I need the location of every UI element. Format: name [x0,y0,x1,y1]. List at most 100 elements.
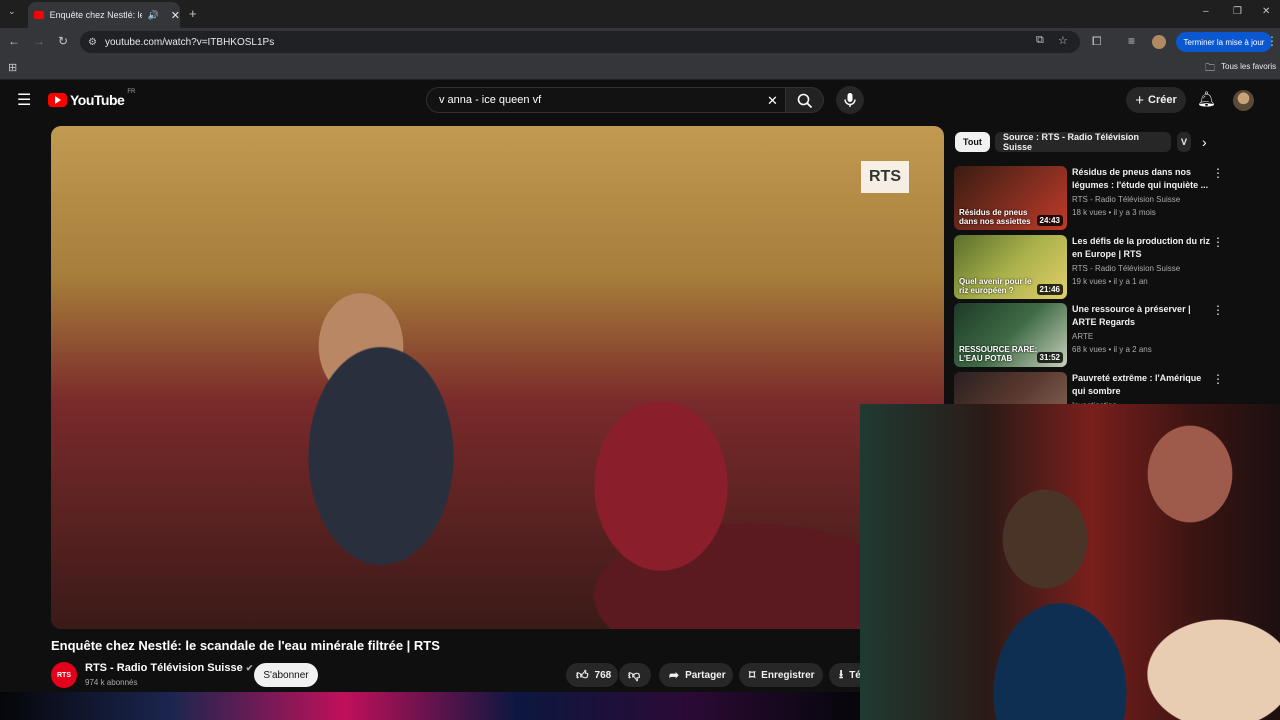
url-text: youtube.com/watch?v=ITBHKOSL1Ps [104,36,275,48]
reading-list-icon[interactable]: ≡ [1128,34,1135,48]
new-tab-icon[interactable]: + [189,6,197,21]
video-thumbnail[interactable]: Résidus de pneus dans nos assiettes 24:43 [954,166,1067,230]
search-query: v anna - ice queen vf [439,94,542,106]
browser-tab[interactable]: Enquête chez Nestlé: le scandale de l'ea… [28,2,180,28]
save-label: Enregistrer [761,669,815,681]
download-label: Té [849,669,860,681]
thumbs-up-icon: 👍︎ [576,667,589,682]
subscribe-button[interactable]: S'abonner [254,663,318,687]
video-thumbnail[interactable]: Quel avenir pour le riz européen ? 21:46 [954,235,1067,299]
related-video-title[interactable]: Pauvreté extrême : l'Amérique qui sombre [1072,372,1212,398]
tab-title: Enquête chez Nestlé: le scandale de l'ea… [49,10,142,20]
extensions-icon[interactable]: ⧠ [1092,34,1102,49]
account-avatar[interactable] [1233,90,1254,111]
related-video-item[interactable]: Résidus de pneus dans nos assiettes 24:43… [954,166,1274,230]
channel-name[interactable]: RTS - Radio Télévision Suisse ✔ [85,662,253,674]
like-button[interactable]: 👍︎ 768 [566,663,618,687]
close-tab-icon[interactable]: ✕ [171,9,180,22]
thumbnail-caption: Résidus de pneus dans nos assiettes [959,208,1031,226]
video-player[interactable]: RTS [51,126,944,629]
thumbnail-caption: RESSOURCE RARE: L'EAU POTAB [959,345,1038,363]
forward-icon[interactable]: → [33,34,45,48]
address-bar[interactable]: ⚙ youtube.com/watch?v=ITBHKOSL1Ps ⧉ ☆ [80,31,1080,53]
more-options-icon[interactable]: ⋮ [1212,372,1224,386]
chevron-right-icon[interactable]: › [1202,134,1207,150]
plus-icon: + [1135,91,1144,109]
video-thumbnail[interactable]: RESSOURCE RARE: L'EAU POTAB 31:52 [954,303,1067,367]
youtube-favicon-icon [34,11,44,19]
thumbnail-caption: Quel avenir pour le riz européen ? [959,277,1032,295]
create-button[interactable]: + Créer [1126,87,1186,113]
related-video-meta: 18 k vues • il y a 3 mois [1072,208,1156,217]
update-button[interactable]: Terminer la mise à jour [1176,32,1272,52]
profile-avatar[interactable] [1152,35,1166,49]
video-duration: 21:46 [1036,284,1063,295]
folder-icon: 🗀 [1205,63,1215,74]
voice-search-button[interactable] [836,86,864,114]
thumbs-down-icon: 👎︎ [628,667,641,682]
download-icon: ⭳ [839,666,844,681]
search-button[interactable] [786,87,824,113]
chip-source[interactable]: Source : RTS - Radio Télévision Suisse [995,132,1171,152]
related-channel-name[interactable]: RTS - Radio Télévision Suisse [1072,195,1180,204]
search-input[interactable]: v anna - ice queen vf ✕ [426,87,786,113]
bookmarks-bar: ⊞ 🗀 Tous les favoris [0,56,1280,80]
region-code: FR [127,89,136,95]
channel-name-text: RTS - Radio Télévision Suisse [85,662,243,674]
all-bookmarks-link[interactable]: Tous les favoris [1221,62,1276,71]
channel-watermark: RTS [861,161,909,193]
video-title: Enquête chez Nestlé: le scandale de l'ea… [51,638,440,653]
youtube-logo[interactable]: YouTube FR [48,89,136,108]
clear-search-icon[interactable]: ✕ [767,93,778,109]
related-video-item[interactable]: RESSOURCE RARE: L'EAU POTAB 31:52 Une ress… [954,303,1274,367]
reload-icon[interactable]: ↻ [58,34,68,48]
channel-avatar[interactable]: RTS [51,662,77,688]
related-channel-name[interactable]: RTS - Radio Télévision Suisse [1072,264,1180,273]
related-channel-name[interactable]: ARTE [1072,332,1093,341]
like-count: 768 [594,669,612,681]
subscriber-count: 974 k abonnés [85,678,138,687]
comment-area-preview [0,692,860,720]
more-options-icon[interactable]: ⋮ [1212,303,1224,317]
related-video-item[interactable]: Quel avenir pour le riz européen ? 21:46 L… [954,235,1274,299]
share-label: Partager [685,669,726,681]
browser-toolbar: ← → ↻ ⚙ youtube.com/watch?v=ITBHKOSL1Ps … [0,28,1280,56]
speaker-icon[interactable]: 🔊 [148,10,159,21]
related-video-title[interactable]: Une ressource à préserver | ARTE Regards [1072,303,1212,329]
webcam-overlay [860,404,1280,720]
hamburger-menu-icon[interactable]: ☰ [17,90,31,110]
search-icon [797,93,813,109]
youtube-header: ☰ YouTube FR v anna - ice queen vf ✕ + C… [0,80,1280,120]
chip-all[interactable]: Tout [955,132,990,152]
verified-icon: ✔ [245,663,254,673]
related-video-meta: 19 k vues • il y a 1 an [1072,277,1148,286]
video-duration: 24:43 [1036,215,1063,226]
browser-tabbar: ⌄ Enquête chez Nestlé: le scandale de l'… [0,0,1280,28]
chip-next[interactable]: V [1177,132,1191,152]
maximize-icon[interactable]: ❐ [1233,6,1242,17]
save-button[interactable]: ⌑ Enregistrer [739,663,823,687]
youtube-play-icon [48,93,67,107]
video-duration: 31:52 [1036,352,1063,363]
notifications-bell-icon[interactable]: 🔔︎ [1197,90,1216,108]
site-info-icon[interactable]: ⚙ [88,37,97,48]
microphone-icon [844,93,856,107]
tab-list-icon[interactable]: ⌄ [8,6,16,17]
minimize-icon[interactable]: – [1203,6,1209,17]
apps-grid-icon[interactable]: ⊞ [8,61,17,74]
logo-text: YouTube [70,92,125,108]
related-video-title[interactable]: Résidus de pneus dans nos légumes : l'ét… [1072,166,1212,192]
close-window-icon[interactable]: ✕ [1262,6,1270,17]
install-app-icon[interactable]: ⧉ [1036,34,1044,47]
dislike-button[interactable]: 👎︎ [619,663,651,687]
related-video-title[interactable]: Les défis de la production du riz en Eur… [1072,235,1212,261]
share-button[interactable]: ➦ Partager [659,663,733,687]
bookmark-icon: ⌑ [749,668,756,682]
browser-menu-icon[interactable]: ⋮ [1266,34,1278,48]
back-icon[interactable]: ← [8,34,20,48]
related-video-meta: 68 k vues • il y a 2 ans [1072,345,1152,354]
more-options-icon[interactable]: ⋮ [1212,235,1224,249]
more-options-icon[interactable]: ⋮ [1212,166,1224,180]
download-button[interactable]: ⭳ Té [829,663,860,687]
bookmark-star-icon[interactable]: ☆ [1058,34,1068,47]
